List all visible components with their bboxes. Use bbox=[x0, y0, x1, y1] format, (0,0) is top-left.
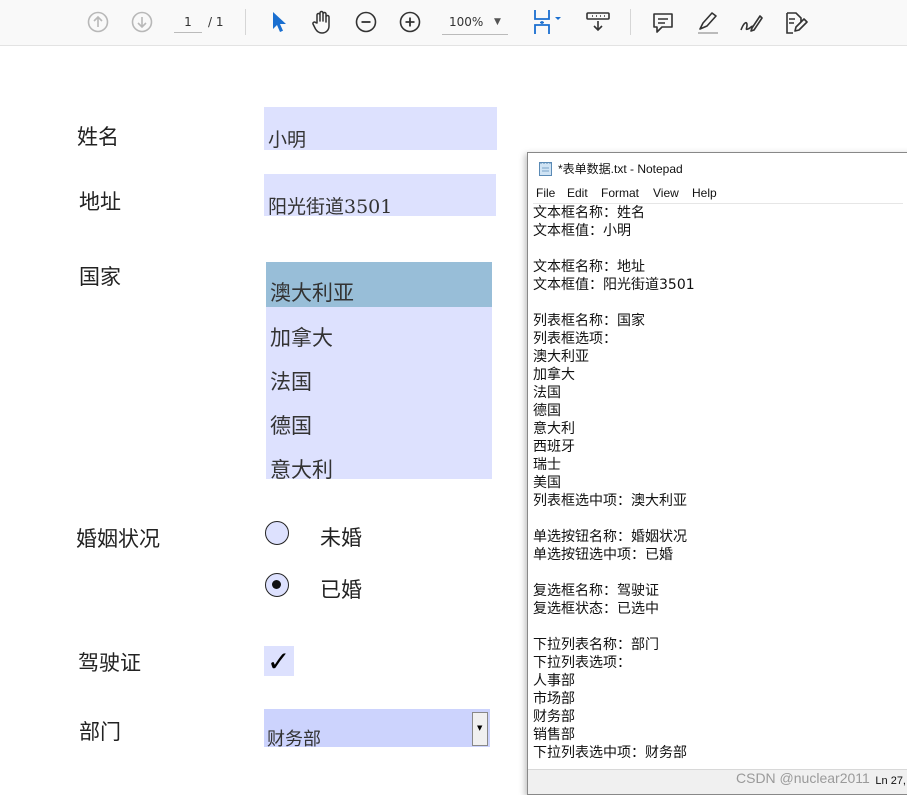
name-value: 小明 bbox=[268, 129, 307, 151]
license-checkbox[interactable]: ✓ bbox=[264, 645, 294, 678]
zoom-value: 100% bbox=[449, 15, 484, 29]
pdf-toolbar: 1 / 1 100% ▼ bbox=[0, 0, 907, 46]
notepad-window: *表单数据.txt - Notepad File Edit Format Vie… bbox=[527, 152, 907, 795]
checkmark-icon: ✓ bbox=[267, 645, 291, 678]
notepad-titlebar[interactable]: *表单数据.txt - Notepad bbox=[528, 153, 907, 183]
dropdown-button[interactable]: ▼ bbox=[472, 712, 488, 746]
country-option[interactable]: 法国 bbox=[266, 351, 492, 396]
menu-format[interactable]: Format bbox=[601, 186, 639, 200]
radio-married[interactable] bbox=[265, 573, 289, 597]
toolbar-divider bbox=[245, 9, 246, 35]
chevron-down-icon: ▼ bbox=[494, 17, 501, 27]
arrow-down-circle-icon[interactable] bbox=[130, 10, 154, 34]
name-textbox[interactable]: 小明 bbox=[264, 107, 497, 151]
notepad-title: *表单数据.txt - Notepad bbox=[558, 162, 683, 176]
country-label: 国家 bbox=[79, 265, 121, 289]
license-label: 驾驶证 bbox=[78, 651, 141, 675]
highlight-icon[interactable] bbox=[694, 9, 722, 37]
country-option-selected[interactable]: 澳大利亚 bbox=[266, 262, 492, 307]
zoom-in-icon[interactable] bbox=[398, 10, 422, 34]
zoom-out-icon[interactable] bbox=[354, 10, 378, 34]
country-listbox[interactable]: 澳大利亚 加拿大 法国 德国 意大利 bbox=[266, 262, 492, 479]
dept-label: 部门 bbox=[79, 720, 121, 744]
notepad-icon bbox=[539, 162, 552, 176]
radio-married-label: 已婚 bbox=[320, 578, 362, 602]
comment-icon[interactable] bbox=[650, 10, 676, 36]
page-total: / 1 bbox=[208, 15, 224, 29]
menu-help[interactable]: Help bbox=[692, 186, 717, 200]
menu-edit[interactable]: Edit bbox=[567, 186, 588, 200]
hand-icon[interactable] bbox=[309, 9, 335, 35]
name-label: 姓名 bbox=[77, 125, 119, 149]
dept-dropdown[interactable]: 财务部 ▼ bbox=[264, 709, 490, 750]
menu-view[interactable]: View bbox=[653, 186, 679, 200]
radio-single-label: 未婚 bbox=[320, 526, 362, 550]
country-option[interactable]: 德国 bbox=[266, 395, 492, 440]
address-value: 阳光街道3501 bbox=[268, 196, 393, 218]
fit-page-icon[interactable] bbox=[530, 8, 566, 36]
cursor-position: Ln 27, bbox=[875, 775, 906, 787]
pointer-icon[interactable] bbox=[268, 9, 290, 35]
notepad-text-area[interactable]: 文本框名称：姓名 文本框值：小明 文本框名称：地址 文本框值：阳光街道3501 … bbox=[533, 203, 903, 771]
menu-file[interactable]: File bbox=[536, 186, 555, 200]
notepad-menubar: File Edit Format View Help bbox=[528, 183, 907, 203]
radio-single[interactable] bbox=[265, 521, 289, 545]
dept-value: 财务部 bbox=[267, 729, 321, 750]
marital-label: 婚姻状况 bbox=[76, 527, 160, 551]
country-option[interactable]: 加拿大 bbox=[266, 307, 492, 352]
radio-dot bbox=[272, 580, 281, 589]
chevron-down-icon: ▼ bbox=[477, 724, 483, 732]
country-option[interactable]: 意大利 bbox=[266, 439, 492, 479]
watermark: CSDN @nuclear2011 bbox=[736, 770, 870, 786]
edit-icon[interactable] bbox=[781, 9, 809, 37]
address-label: 地址 bbox=[79, 190, 121, 214]
sign-icon[interactable] bbox=[737, 9, 765, 37]
address-textbox[interactable]: 阳光街道3501 bbox=[264, 174, 496, 218]
arrow-up-circle-icon[interactable] bbox=[86, 10, 110, 34]
scroll-mode-icon[interactable] bbox=[584, 9, 612, 35]
page-number-input[interactable]: 1 bbox=[174, 12, 202, 33]
toolbar-divider bbox=[630, 9, 631, 35]
zoom-select[interactable]: 100% ▼ bbox=[442, 10, 508, 35]
